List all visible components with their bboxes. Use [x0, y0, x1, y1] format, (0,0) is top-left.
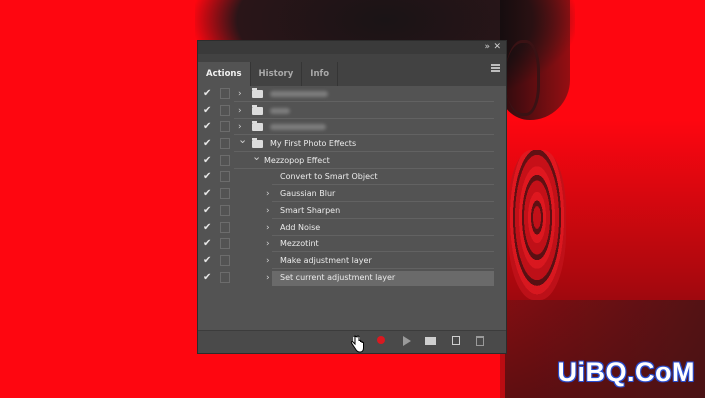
- folder-icon: [252, 138, 263, 149]
- checkmark-icon[interactable]: ✔: [203, 272, 211, 284]
- chevron-right-icon[interactable]: ›: [266, 204, 270, 218]
- blurred-set-name: [270, 107, 290, 114]
- panel-titlebar: » ✕: [198, 41, 506, 54]
- dialog-toggle-box[interactable]: [220, 171, 230, 183]
- actions-panel: » ✕ Actions History Info ✔ › ✔ › ✔ › ✔ ⌄ My Firs…: [197, 40, 507, 354]
- checkmark-icon[interactable]: ✔: [203, 255, 211, 267]
- panel-tabs: Actions History Info: [198, 54, 506, 86]
- chevron-right-icon[interactable]: ›: [266, 271, 270, 285]
- checkmark-icon[interactable]: ✔: [203, 171, 211, 183]
- action-row-label: Gaussian Blur: [280, 189, 336, 199]
- action-row[interactable]: ✔ ⌄ My First Photo Effects: [198, 133, 506, 153]
- action-row[interactable]: ✔ › Smart Sharpen: [198, 203, 506, 220]
- double-chevron-icon[interactable]: »: [484, 41, 490, 54]
- action-row-label: Add Noise: [280, 222, 321, 232]
- hand-cursor-icon: [350, 335, 364, 353]
- earring-shape: [508, 150, 566, 300]
- blurred-set-name: [270, 124, 326, 131]
- checkmark-icon[interactable]: ✔: [203, 188, 211, 200]
- chevron-right-icon[interactable]: ›: [238, 87, 242, 101]
- action-row-label: Set current adjustment layer: [280, 272, 396, 282]
- blurred-set-name: [270, 91, 328, 97]
- action-row-label: Mezzotint: [280, 239, 319, 249]
- trash-icon[interactable]: [476, 336, 484, 346]
- chevron-right-icon[interactable]: ›: [266, 187, 270, 201]
- action-row[interactable]: ✔ › Gaussian Blur: [198, 186, 506, 203]
- action-row-label: Convert to Smart Object: [280, 172, 378, 182]
- chevron-right-icon[interactable]: ›: [266, 254, 270, 268]
- tab-actions[interactable]: Actions: [198, 62, 251, 86]
- hamburger-menu-icon[interactable]: [491, 64, 500, 72]
- dialog-toggle-box[interactable]: [220, 154, 230, 166]
- checkmark-icon[interactable]: ✔: [203, 205, 211, 217]
- tab-info[interactable]: Info: [302, 62, 339, 86]
- action-row-label: My First Photo Effects: [270, 139, 357, 149]
- action-row[interactable]: ✔ ⌄ Mezzopop Effect: [198, 150, 506, 170]
- dialog-toggle-box[interactable]: [220, 104, 230, 116]
- new-action-icon[interactable]: [452, 336, 460, 345]
- actions-list: ✔ › ✔ › ✔ › ✔ ⌄ My First Photo Effects ✔ ⌄ Mezzopop…: [198, 86, 506, 286]
- action-row[interactable]: ✔ › Add Noise: [198, 220, 506, 237]
- chevron-down-icon[interactable]: ⌄: [238, 133, 247, 147]
- dialog-toggle-box[interactable]: [220, 254, 230, 266]
- tab-history[interactable]: History: [251, 62, 303, 86]
- action-row[interactable]: ✔ › Make adjustment layer: [198, 253, 506, 270]
- action-row-label: Make adjustment layer: [280, 255, 372, 265]
- checkmark-icon[interactable]: ✔: [203, 222, 211, 234]
- action-row-label: Mezzopop Effect: [264, 155, 330, 165]
- dialog-toggle-box[interactable]: [220, 138, 230, 150]
- close-icon[interactable]: ✕: [493, 41, 501, 54]
- checkmark-icon[interactable]: ✔: [203, 155, 211, 167]
- chevron-right-icon[interactable]: ›: [266, 221, 270, 235]
- folder-icon: [252, 88, 263, 98]
- dialog-toggle-box[interactable]: [220, 238, 230, 250]
- action-row[interactable]: ✔ Convert to Smart Object: [198, 169, 506, 186]
- checkmark-icon[interactable]: ✔: [203, 105, 211, 117]
- chevron-down-icon[interactable]: ⌄: [252, 150, 261, 164]
- dialog-toggle-box[interactable]: [220, 221, 230, 233]
- new-set-folder-icon[interactable]: [425, 337, 436, 345]
- dialog-toggle-box[interactable]: [220, 204, 230, 216]
- folder-icon: [252, 104, 263, 115]
- dialog-toggle-box[interactable]: [220, 271, 230, 283]
- action-row[interactable]: ✔ › Set current adjustment layer: [198, 270, 506, 287]
- dialog-toggle-box[interactable]: [220, 121, 230, 133]
- play-selection-icon[interactable]: [403, 336, 411, 346]
- checkmark-icon[interactable]: ✔: [203, 88, 211, 100]
- folder-icon: [252, 121, 263, 132]
- dialog-toggle-box[interactable]: [220, 188, 230, 200]
- checkmark-icon[interactable]: ✔: [203, 121, 211, 133]
- action-row-label: Smart Sharpen: [280, 205, 341, 215]
- watermark-text: UiBQ.CoM: [557, 357, 695, 387]
- action-row[interactable]: ✔ ›: [198, 103, 506, 120]
- chevron-right-icon[interactable]: ›: [266, 237, 270, 251]
- action-row[interactable]: ✔ › Mezzotint: [198, 236, 506, 253]
- ear-shape: [505, 40, 540, 116]
- record-icon[interactable]: [377, 336, 385, 344]
- checkmark-icon[interactable]: ✔: [203, 138, 211, 150]
- dialog-toggle-box[interactable]: [220, 88, 230, 99]
- checkmark-icon[interactable]: ✔: [203, 238, 211, 250]
- chevron-right-icon[interactable]: ›: [238, 104, 242, 118]
- action-row[interactable]: ✔ ›: [198, 86, 506, 103]
